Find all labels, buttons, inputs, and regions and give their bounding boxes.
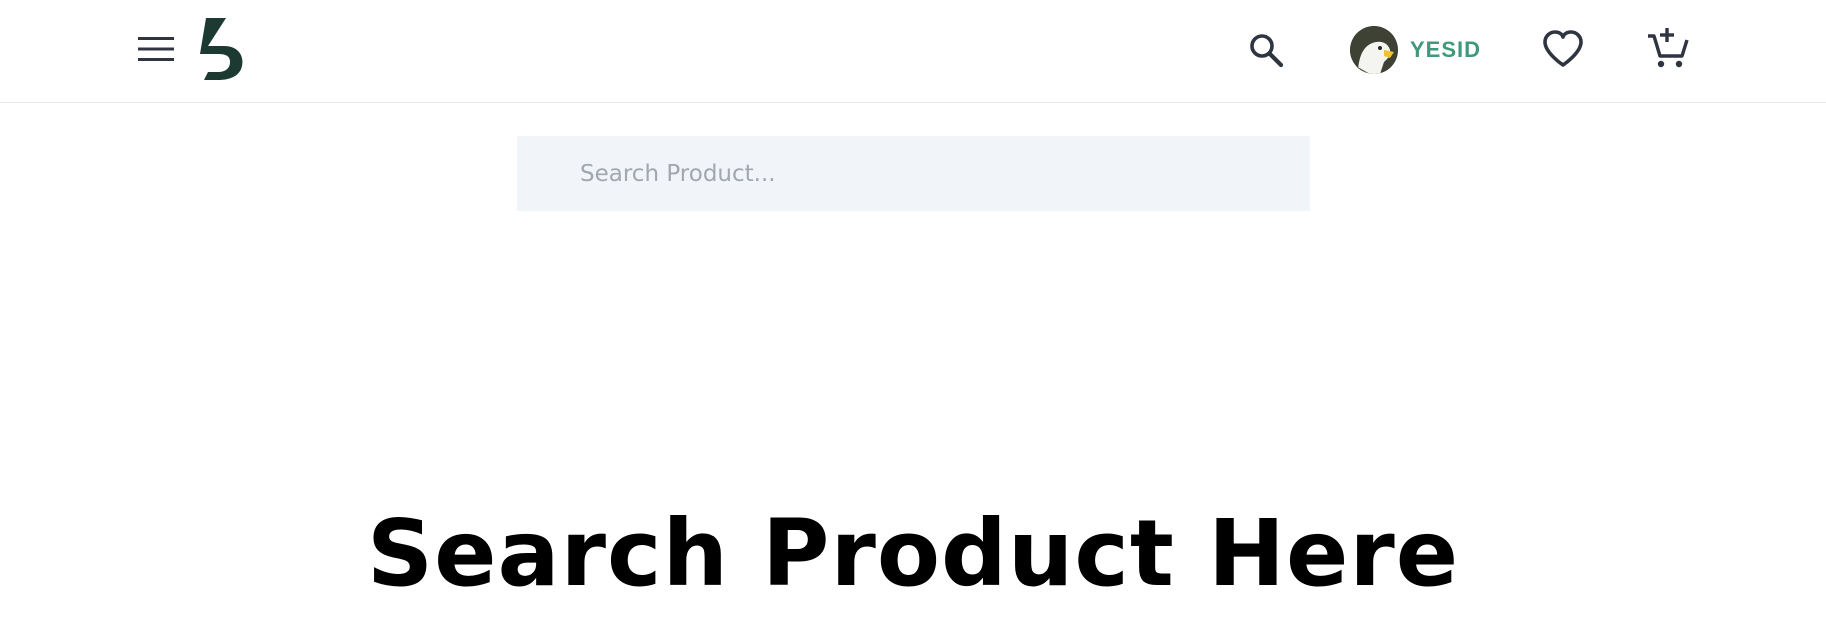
- page-heading: Search Product Here: [366, 500, 1460, 607]
- avatar: [1350, 26, 1398, 74]
- cart-add-icon: [1648, 28, 1689, 68]
- menu-button[interactable]: [136, 32, 176, 66]
- user-profile[interactable]: YESID: [1350, 26, 1481, 74]
- hamburger-menu-icon: [138, 37, 174, 61]
- cart-button[interactable]: [1644, 24, 1692, 72]
- top-navbar: YESID: [0, 0, 1826, 103]
- username-label: YESID: [1410, 37, 1482, 62]
- search-icon: [1250, 34, 1284, 68]
- search-button[interactable]: [1244, 28, 1288, 72]
- wishlist-button[interactable]: [1540, 26, 1586, 72]
- search-input[interactable]: [517, 136, 1310, 211]
- brand-logo[interactable]: [200, 16, 248, 82]
- brand-s-logo-icon: [200, 18, 243, 80]
- heart-icon: [1543, 30, 1583, 67]
